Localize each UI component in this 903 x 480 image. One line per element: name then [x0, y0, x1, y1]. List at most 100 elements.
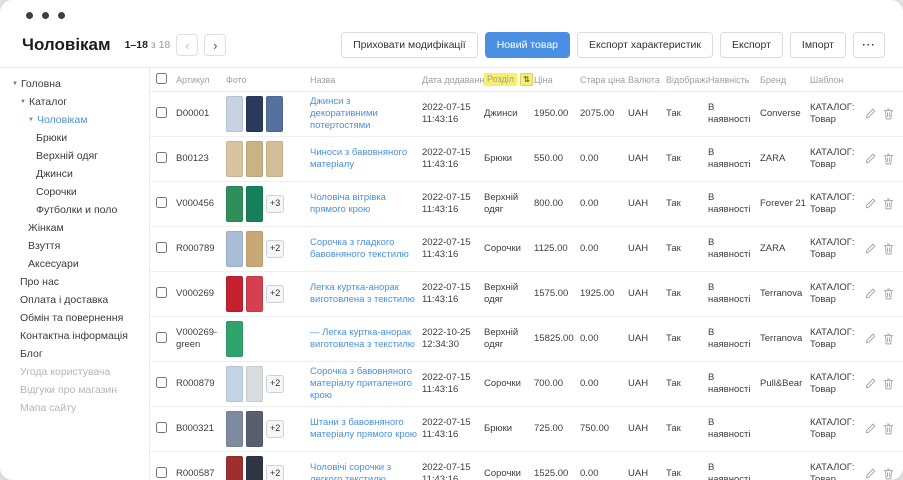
column-header-date[interactable]: Дата додавання	[422, 75, 484, 85]
chevron-down-icon[interactable]: ▼	[12, 81, 18, 87]
prev-page-button[interactable]: ‹	[176, 34, 198, 56]
edit-icon[interactable]	[866, 108, 876, 120]
edit-icon[interactable]	[866, 198, 876, 210]
next-page-button[interactable]: ›	[204, 34, 226, 56]
more-photos-badge[interactable]: +2	[266, 420, 284, 437]
sidebar-item-6[interactable]: Сорочки	[0, 183, 149, 201]
product-photo-thumbnail[interactable]	[226, 456, 243, 480]
sidebar-item-4[interactable]: Верхній одяг	[0, 147, 149, 165]
export-button[interactable]: Експорт	[720, 32, 783, 58]
product-name-link[interactable]: — Легка куртка-анорак виготовлена з текс…	[310, 327, 415, 350]
window-control-dot[interactable]	[58, 12, 65, 19]
row-checkbox[interactable]	[156, 107, 167, 118]
product-photo-thumbnail[interactable]	[246, 366, 263, 402]
delete-icon[interactable]	[883, 243, 894, 255]
delete-icon[interactable]	[883, 153, 894, 165]
delete-icon[interactable]	[883, 108, 894, 120]
sort-icon[interactable]: ⇅	[520, 73, 533, 86]
product-name-link[interactable]: Легка куртка-анорак виготовлена з тексти…	[310, 282, 415, 305]
more-photos-badge[interactable]: +2	[266, 465, 284, 480]
row-checkbox[interactable]	[156, 422, 167, 433]
window-control-dot[interactable]	[42, 12, 49, 19]
product-photo-thumbnail[interactable]	[246, 231, 263, 267]
sidebar-item-13[interactable]: Обмін та повернення	[0, 309, 149, 327]
product-name-link[interactable]: Чиноси з бавовняного матеріалу	[310, 147, 407, 170]
sidebar-item-8[interactable]: Жінкам	[0, 219, 149, 237]
edit-icon[interactable]	[866, 423, 876, 435]
edit-icon[interactable]	[866, 378, 876, 390]
row-checkbox[interactable]	[156, 467, 167, 478]
delete-icon[interactable]	[883, 423, 894, 435]
delete-icon[interactable]	[883, 378, 894, 390]
chevron-down-icon[interactable]: ▼	[28, 117, 34, 123]
product-photo-thumbnail[interactable]	[226, 231, 243, 267]
more-actions-button[interactable]: ···	[853, 32, 885, 58]
export-characteristics-button[interactable]: Експорт характеристик	[577, 32, 713, 58]
chevron-down-icon[interactable]: ▼	[20, 99, 26, 105]
more-photos-badge[interactable]: +2	[266, 285, 284, 302]
product-photo-thumbnail[interactable]	[246, 141, 263, 177]
select-all-checkbox[interactable]	[156, 73, 167, 84]
column-header-template[interactable]: Шаблон	[810, 75, 866, 85]
edit-icon[interactable]	[866, 333, 876, 345]
sidebar-item-11[interactable]: Про нас	[0, 273, 149, 291]
product-name-link[interactable]: Чоловічі сорочки з легкого текстилю	[310, 462, 391, 480]
edit-icon[interactable]	[866, 288, 876, 300]
import-button[interactable]: Імпорт	[790, 32, 846, 58]
product-photo-thumbnail[interactable]	[226, 141, 243, 177]
edit-icon[interactable]	[866, 468, 876, 480]
product-photo-thumbnail[interactable]	[246, 276, 263, 312]
product-photo-thumbnail[interactable]	[246, 411, 263, 447]
product-name-link[interactable]: Штани з бавовняного матеріалу прямого кр…	[310, 417, 417, 440]
product-name-link[interactable]: Сорочка з гладкого бавовняного текстилю	[310, 237, 409, 260]
sidebar-item-2[interactable]: ▼ Чоловікам	[0, 111, 149, 129]
product-name-link[interactable]: Сорочка з бавовняного матеріалу притален…	[310, 366, 412, 401]
product-photo-thumbnail[interactable]	[246, 96, 263, 132]
column-header-old-price[interactable]: Стара ціна	[580, 75, 628, 85]
product-photo-thumbnail[interactable]	[226, 411, 243, 447]
sidebar-item-3[interactable]: Брюки	[0, 129, 149, 147]
row-checkbox[interactable]	[156, 377, 167, 388]
edit-icon[interactable]	[866, 153, 876, 165]
product-photo-thumbnail[interactable]	[226, 276, 243, 312]
more-photos-badge[interactable]: +3	[266, 195, 284, 212]
new-product-button[interactable]: Новий товар	[485, 32, 570, 58]
product-photo-thumbnail[interactable]	[226, 96, 243, 132]
sidebar-item-5[interactable]: Джинси	[0, 165, 149, 183]
delete-icon[interactable]	[883, 333, 894, 345]
product-photo-thumbnail[interactable]	[226, 321, 243, 357]
sidebar-item-15[interactable]: Блог	[0, 345, 149, 363]
delete-icon[interactable]	[883, 468, 894, 480]
sidebar-item-0[interactable]: ▼ Головна	[0, 75, 149, 93]
column-header-name[interactable]: Назва	[310, 75, 422, 85]
more-photos-badge[interactable]: +2	[266, 240, 284, 257]
sidebar-item-16[interactable]: Угода користувача	[0, 363, 149, 381]
row-checkbox[interactable]	[156, 197, 167, 208]
column-header-sku[interactable]: Артикул	[176, 75, 226, 85]
sidebar-item-7[interactable]: Футболки и поло	[0, 201, 149, 219]
column-header-availability[interactable]: Наявність	[708, 75, 760, 85]
row-checkbox[interactable]	[156, 332, 167, 343]
product-photo-thumbnail[interactable]	[226, 186, 243, 222]
column-header-photo[interactable]: Фото	[226, 75, 310, 85]
delete-icon[interactable]	[883, 288, 894, 300]
sidebar-item-14[interactable]: Контактна інформація	[0, 327, 149, 345]
sidebar-item-12[interactable]: Оплата і доставка	[0, 291, 149, 309]
column-header-currency[interactable]: Валюта	[628, 75, 666, 85]
window-control-dot[interactable]	[26, 12, 33, 19]
product-photo-thumbnail[interactable]	[246, 456, 263, 480]
column-header-price[interactable]: Ціна	[534, 75, 580, 85]
column-header-brand[interactable]: Бренд	[760, 75, 810, 85]
row-checkbox[interactable]	[156, 152, 167, 163]
row-checkbox[interactable]	[156, 287, 167, 298]
column-header-display[interactable]: Відображати	[666, 75, 708, 85]
product-photo-thumbnail[interactable]	[226, 366, 243, 402]
edit-icon[interactable]	[866, 243, 876, 255]
more-photos-badge[interactable]: +2	[266, 375, 284, 392]
sidebar-item-18[interactable]: Мапа сайту	[0, 399, 149, 417]
product-name-link[interactable]: Чоловіча вітрівка прямого крою	[310, 192, 386, 215]
hide-modifications-button[interactable]: Приховати модифікації	[341, 32, 478, 58]
product-name-link[interactable]: Джинси з декоративними потертостями	[310, 96, 378, 131]
product-photo-thumbnail[interactable]	[266, 96, 283, 132]
sidebar-item-9[interactable]: Взуття	[0, 237, 149, 255]
